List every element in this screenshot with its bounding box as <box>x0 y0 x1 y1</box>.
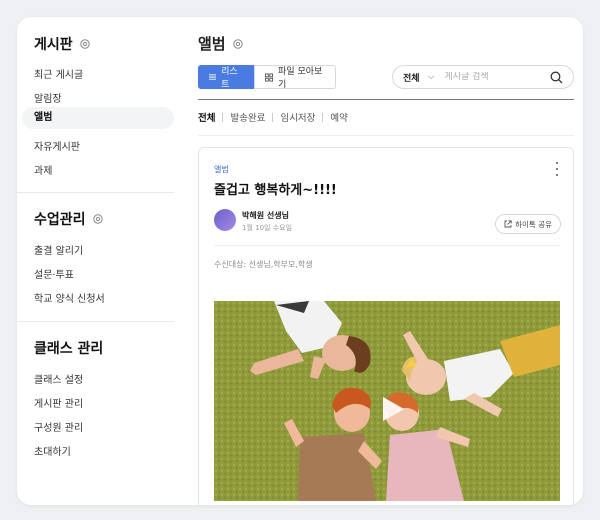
sidebar-item-free-board[interactable]: 자유게시판 <box>34 138 80 153</box>
tab-draft[interactable]: 임시저장 <box>280 110 315 124</box>
tab-sent[interactable]: 발송완료 <box>230 110 265 124</box>
sidebar-item-members[interactable]: 구성원 관리 <box>34 419 83 434</box>
post-date: 1월 10일 수요일 <box>242 224 293 232</box>
sidebar-item-attendance[interactable]: 출결 알리기 <box>34 242 83 257</box>
sidebar-item-recent[interactable]: 최근 게시글 <box>34 66 83 81</box>
class-admin-title-label: 클래스 관리 <box>34 341 104 357</box>
search-icon[interactable] <box>550 71 563 84</box>
list-view-button[interactable]: 리스트 <box>198 65 254 90</box>
share-label: 하이톡 공유 <box>515 219 552 229</box>
sidebar-divider <box>17 192 174 193</box>
sidebar-item-school-form[interactable]: 학교 양식 신청서 <box>34 290 105 305</box>
list-view-label: 리스트 <box>221 67 238 90</box>
gear-icon[interactable] <box>79 38 91 50</box>
post-author: 박해원 선생님 <box>242 211 289 220</box>
post-category: 앨범 <box>214 165 229 174</box>
file-gallery-label: 파일 모아보기 <box>278 67 323 90</box>
toolbar-divider <box>198 99 574 100</box>
sidebar: 게시판 최근 게시글 알림장 앨범 자유게시판 과제 수업관리 출결 알리기 설… <box>17 17 174 505</box>
page-title-label: 앨범 <box>198 35 226 53</box>
post-divider <box>214 245 560 246</box>
search-filter-select[interactable]: 전체 <box>403 71 420 84</box>
gear-icon[interactable] <box>232 38 244 50</box>
board-title-label: 게시판 <box>34 37 73 53</box>
share-icon <box>504 220 512 228</box>
post-card[interactable]: 앨범 즐겁고 행복하게~!!!! 박해원 선생님 1월 10일 수요일 하이톡 … <box>198 147 574 505</box>
class-admin-section-title: 클래스 관리 <box>34 338 103 358</box>
file-gallery-button[interactable]: 파일 모아보기 <box>254 65 336 90</box>
tab-scheduled[interactable]: 예약 <box>330 110 347 124</box>
sidebar-item-survey[interactable]: 설문·투표 <box>34 266 74 281</box>
sidebar-item-board-admin[interactable]: 게시판 관리 <box>34 395 83 410</box>
list-icon <box>209 74 217 80</box>
class-mgmt-section-title: 수업관리 <box>34 209 104 229</box>
sidebar-item-notice[interactable]: 알림장 <box>34 90 62 105</box>
app-card: 게시판 최근 게시글 알림장 앨범 자유게시판 과제 수업관리 출결 알리기 설… <box>17 17 583 505</box>
sidebar-item-album[interactable]: 앨범 <box>22 107 174 129</box>
post-title[interactable]: 즐겁고 행복하게~!!!! <box>214 179 337 198</box>
search-bar: 전체 ⌵ <box>392 65 574 89</box>
share-button[interactable]: 하이톡 공유 <box>495 214 561 234</box>
board-section-title: 게시판 <box>34 34 91 54</box>
gear-icon[interactable] <box>92 213 104 225</box>
play-icon[interactable] <box>380 395 406 423</box>
chevron-down-icon[interactable]: ⌵ <box>428 72 435 82</box>
class-mgmt-title-label: 수업관리 <box>34 212 86 228</box>
sidebar-item-invite[interactable]: 초대하기 <box>34 443 71 458</box>
video-thumbnail[interactable] <box>214 301 560 501</box>
tab-separator <box>322 112 324 122</box>
tab-separator <box>222 112 224 122</box>
grid-icon <box>265 73 274 81</box>
tabs-divider <box>198 135 574 136</box>
tab-all[interactable]: 전체 <box>198 110 215 124</box>
kebab-icon[interactable] <box>553 162 561 176</box>
sidebar-item-class-settings[interactable]: 클래스 설정 <box>34 371 83 386</box>
avatar <box>214 209 236 231</box>
page-title: 앨범 <box>198 33 244 54</box>
post-recipients: 수신대상: 선생님,학부모,학생 <box>214 260 313 269</box>
status-tabs: 전체 발송완료 임시저장 예약 <box>198 110 348 124</box>
sidebar-item-assignment[interactable]: 과제 <box>34 162 52 177</box>
sidebar-divider <box>17 321 174 322</box>
tab-separator <box>272 112 274 122</box>
main-content: 앨범 리스트 파일 모아보기 전체 ⌵ 전체 발송완료 임시저장 예약 <box>182 17 583 505</box>
search-input[interactable] <box>444 72 537 82</box>
